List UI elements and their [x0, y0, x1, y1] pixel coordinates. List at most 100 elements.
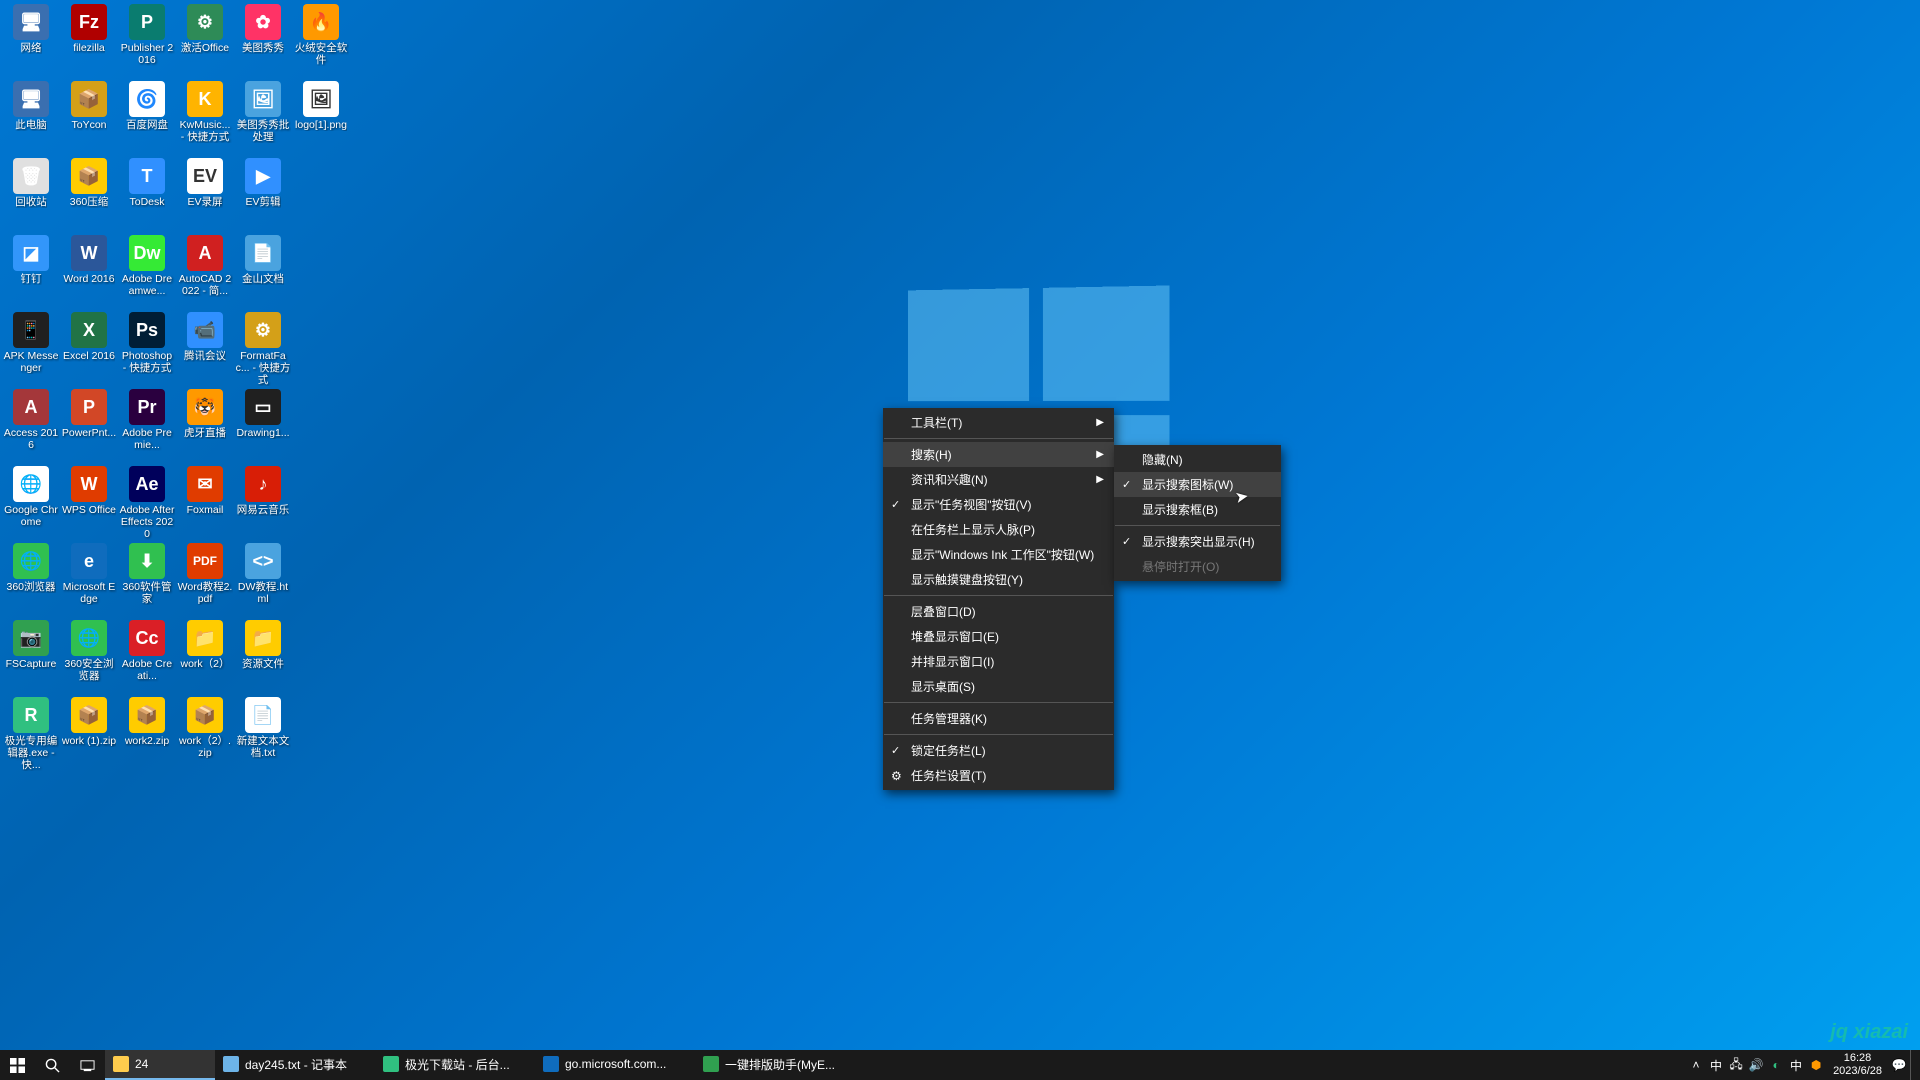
menu-item[interactable]: ✓锁定任务栏(L): [883, 738, 1114, 763]
menu-item[interactable]: 显示桌面(S): [883, 674, 1114, 699]
desktop-icon[interactable]: 🐯虎牙直播: [176, 387, 234, 463]
desktop-icon[interactable]: 📦work2.zip: [118, 695, 176, 771]
desktop-icon[interactable]: ◪钉钉: [2, 233, 60, 309]
menu-item[interactable]: 资讯和兴趣(N)▶: [883, 467, 1114, 492]
menu-item[interactable]: 并排显示窗口(I): [883, 649, 1114, 674]
desktop-icon-glyph: A: [187, 235, 223, 271]
desktop-icon[interactable]: CcAdobe Creati...: [118, 618, 176, 694]
tray-overflow-icon[interactable]: ˄: [1687, 1050, 1705, 1080]
desktop-icon-label: Drawing1...: [236, 427, 289, 439]
desktop-icon[interactable]: 📁work（2）: [176, 618, 234, 694]
desktop-icon-glyph: 📄: [245, 235, 281, 271]
desktop-icon[interactable]: 🌀百度网盘: [118, 79, 176, 155]
desktop-icon[interactable]: WWPS Office: [60, 464, 118, 540]
desktop-icon[interactable]: PPublisher 2016: [118, 2, 176, 78]
gear-icon: ⚙: [891, 769, 902, 783]
desktop-icon[interactable]: 🌐360安全浏览器: [60, 618, 118, 694]
taskbar-explorer[interactable]: 24: [105, 1050, 215, 1080]
desktop-icon-label: Adobe Dreamwe...: [119, 273, 175, 297]
show-desktop-button[interactable]: [1910, 1050, 1916, 1080]
desktop-icon[interactable]: 🗑回收站: [2, 156, 60, 232]
task-view-button[interactable]: [70, 1050, 105, 1080]
menu-item[interactable]: 任务管理器(K): [883, 706, 1114, 731]
tray-app-icon-1[interactable]: ◐: [1767, 1050, 1785, 1080]
menu-item[interactable]: 隐藏(N): [1114, 447, 1281, 472]
desktop-icon[interactable]: XExcel 2016: [60, 310, 118, 386]
desktop-icon-glyph: 🖥: [13, 4, 49, 40]
tray-clock[interactable]: 16:28 2023/6/28: [1827, 1052, 1888, 1078]
desktop-icon[interactable]: 📄新建文本文档.txt: [234, 695, 292, 771]
desktop-icon[interactable]: PrAdobe Premie...: [118, 387, 176, 463]
desktop-icon[interactable]: EVEV录屏: [176, 156, 234, 232]
menu-item[interactable]: ⚙任务栏设置(T): [883, 763, 1114, 788]
desktop-icon[interactable]: 🖼logo[1].png: [292, 79, 350, 155]
windows-icon: [10, 1058, 25, 1073]
desktop-icon[interactable]: PPowerPnt...: [60, 387, 118, 463]
desktop-icon[interactable]: 🖼美图秀秀批处理: [234, 79, 292, 155]
tray-volume-icon[interactable]: 🔊: [1747, 1050, 1765, 1080]
tray-app-icon-2[interactable]: ⬢: [1807, 1050, 1825, 1080]
desktop-icon[interactable]: PsPhotoshop - 快捷方式: [118, 310, 176, 386]
desktop-icon[interactable]: 📹腾讯会议: [176, 310, 234, 386]
desktop-icon[interactable]: ⚙激活Office: [176, 2, 234, 78]
desktop-icon[interactable]: AeAdobe After Effects 2020: [118, 464, 176, 540]
desktop-icon[interactable]: 🖥网络: [2, 2, 60, 78]
desktop-icon[interactable]: 🌐360浏览器: [2, 541, 60, 617]
desktop-icon[interactable]: eMicrosoft Edge: [60, 541, 118, 617]
desktop-icon[interactable]: ⬇360软件管家: [118, 541, 176, 617]
taskbar-task[interactable]: 极光下载站 - 后台...: [375, 1050, 535, 1080]
menu-item[interactable]: ✓显示搜索图标(W): [1114, 472, 1281, 497]
desktop-icon[interactable]: 📱APK Messenger: [2, 310, 60, 386]
taskbar-task[interactable]: go.microsoft.com...: [535, 1050, 695, 1080]
start-button[interactable]: [0, 1050, 35, 1080]
desktop-icon[interactable]: PDFWord教程2.pdf: [176, 541, 234, 617]
menu-item[interactable]: ✓显示"任务视图"按钮(V): [883, 492, 1114, 517]
folder-icon: [113, 1056, 129, 1072]
desktop-icon[interactable]: ✿美图秀秀: [234, 2, 292, 78]
check-icon: ✓: [1122, 535, 1131, 548]
desktop-icon[interactable]: 📦work（2）.zip: [176, 695, 234, 771]
desktop-icon[interactable]: ⚙FormatFac... - 快捷方式: [234, 310, 292, 386]
desktop-icon[interactable]: R极光专用编辑器.exe - 快...: [2, 695, 60, 771]
desktop-icon[interactable]: WWord 2016: [60, 233, 118, 309]
desktop-icon[interactable]: 📦ToYcon: [60, 79, 118, 155]
desktop-icon-label: KwMusic... - 快捷方式: [177, 119, 233, 143]
desktop-icon[interactable]: ♪网易云音乐: [234, 464, 292, 540]
menu-item[interactable]: 显示搜索框(B): [1114, 497, 1281, 522]
search-button[interactable]: [35, 1050, 70, 1080]
tray-notifications-icon[interactable]: 💬: [1890, 1050, 1908, 1080]
menu-item[interactable]: 显示触摸键盘按钮(Y): [883, 567, 1114, 592]
desktop-icon[interactable]: 📁资源文件: [234, 618, 292, 694]
desktop-icon[interactable]: 🌐Google Chrome: [2, 464, 60, 540]
tray-ime-mode-icon[interactable]: 中: [1787, 1050, 1805, 1080]
taskbar-task[interactable]: 一键排版助手(MyE...: [695, 1050, 855, 1080]
desktop-icon-label: 新建文本文档.txt: [235, 735, 291, 759]
menu-item[interactable]: 显示"Windows Ink 工作区"按钮(W): [883, 542, 1114, 567]
menu-item[interactable]: 层叠窗口(D): [883, 599, 1114, 624]
desktop-icon[interactable]: <>DW教程.html: [234, 541, 292, 617]
desktop-icon[interactable]: 📷FSCapture: [2, 618, 60, 694]
desktop-icon[interactable]: 📄金山文档: [234, 233, 292, 309]
desktop-icon[interactable]: 📦work (1).zip: [60, 695, 118, 771]
desktop-icon[interactable]: 🖥此电脑: [2, 79, 60, 155]
desktop-icon[interactable]: TToDesk: [118, 156, 176, 232]
desktop-icon[interactable]: AAccess 2016: [2, 387, 60, 463]
taskbar-task[interactable]: day245.txt - 记事本: [215, 1050, 375, 1080]
tray-ime-icon[interactable]: 中: [1707, 1050, 1725, 1080]
desktop-icon[interactable]: ▭Drawing1...: [234, 387, 292, 463]
desktop-icon[interactable]: ✉Foxmail: [176, 464, 234, 540]
desktop-icon[interactable]: 🔥火绒安全软件: [292, 2, 350, 78]
desktop-icon[interactable]: ▶EV剪辑: [234, 156, 292, 232]
menu-item[interactable]: 搜索(H)▶: [883, 442, 1114, 467]
desktop-icon-label: 回收站: [15, 196, 47, 208]
menu-item[interactable]: ✓显示搜索突出显示(H): [1114, 529, 1281, 554]
desktop-icon[interactable]: Fzfilezilla: [60, 2, 118, 78]
desktop-icon[interactable]: 📦360压缩: [60, 156, 118, 232]
menu-item[interactable]: 堆叠显示窗口(E): [883, 624, 1114, 649]
menu-item[interactable]: 在任务栏上显示人脉(P): [883, 517, 1114, 542]
desktop-icon[interactable]: KKwMusic... - 快捷方式: [176, 79, 234, 155]
menu-item[interactable]: 工具栏(T)▶: [883, 410, 1114, 435]
tray-network-icon[interactable]: 🖧: [1727, 1050, 1745, 1080]
desktop-icon[interactable]: DwAdobe Dreamwe...: [118, 233, 176, 309]
desktop-icon[interactable]: AAutoCAD 2022 - 简...: [176, 233, 234, 309]
